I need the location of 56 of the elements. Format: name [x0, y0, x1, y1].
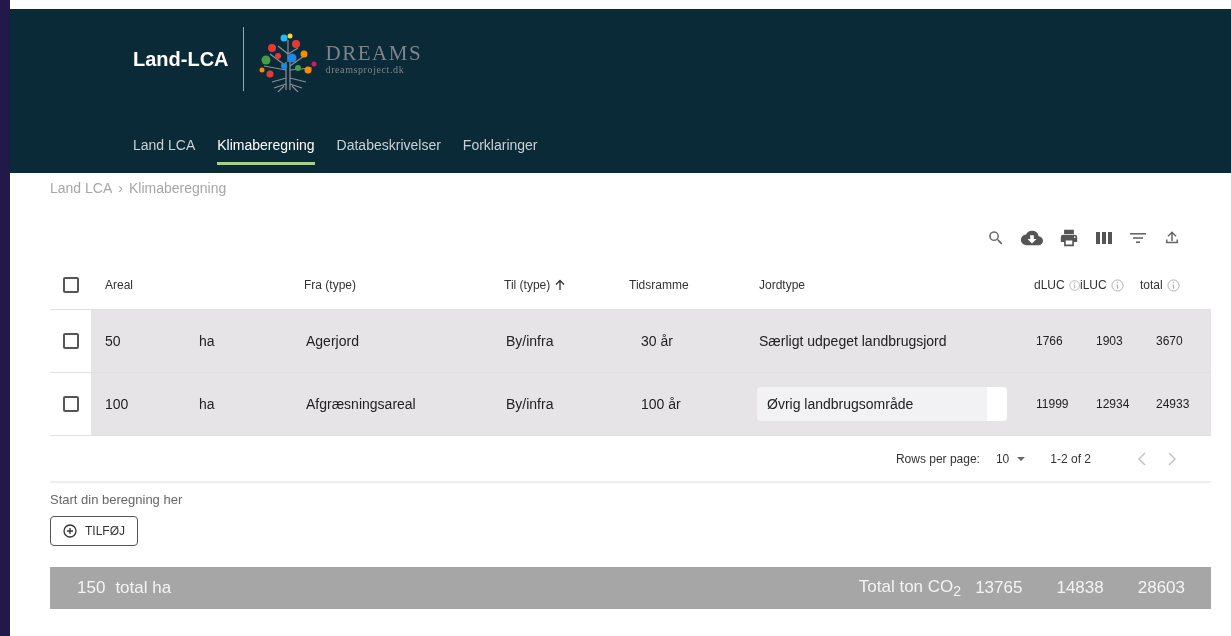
table-cell: 100: [105, 396, 129, 412]
column-header[interactable]: Til (type): [504, 278, 551, 292]
start-hint: Start din beregning her: [50, 492, 184, 507]
page-range: 1-2 of 2: [1050, 451, 1091, 466]
total-area: 150: [77, 578, 106, 598]
search-icon[interactable]: [987, 229, 1005, 247]
table-cell: 50: [105, 333, 121, 349]
caret-icon: [1016, 455, 1027, 462]
logo-url: dreamsproject.dk: [325, 65, 406, 75]
total-area-label: total ha: [115, 578, 172, 598]
cloud-download-icon[interactable]: [1021, 229, 1043, 247]
select-all-checkbox[interactable]: [62, 277, 79, 293]
table-cell: 1766: [1036, 334, 1063, 348]
sort-arrow-icon[interactable]: [554, 279, 567, 291]
table-cell-text: 100 år: [640, 396, 681, 412]
table-cell: 1903: [1096, 334, 1123, 348]
column-header[interactable]: Fra (type): [304, 278, 356, 292]
row-checkbox[interactable]: [62, 333, 79, 349]
rows-per-page-select[interactable]: 10: [989, 450, 1033, 467]
add-button[interactable]: TILFØJ: [50, 516, 138, 546]
column-header[interactable]: Areal: [105, 278, 133, 292]
breadcrumb-separator: ›: [118, 180, 123, 196]
table-cell-text: By/infra: [505, 396, 554, 412]
row-checkbox[interactable]: [62, 396, 79, 412]
table-cell: 12934: [1096, 397, 1130, 411]
total-value: 28603: [1137, 578, 1185, 598]
rows-per-page-label: Rows per page:: [895, 451, 980, 466]
nav-tab[interactable]: Land LCA: [133, 129, 196, 165]
table-cell: 3670: [1156, 334, 1183, 348]
column-header[interactable]: Tidsramme: [629, 278, 689, 292]
column-header[interactable]: iLUC: [1080, 278, 1107, 292]
total-value: 14838: [1056, 578, 1104, 598]
table-cell: 11999: [1036, 397, 1069, 411]
table-cell-text: By/infra: [505, 333, 554, 349]
column-header[interactable]: total: [1140, 278, 1163, 292]
column-header[interactable]: dLUC: [1034, 278, 1065, 292]
filter-icon[interactable]: [1129, 231, 1147, 245]
co2-label: Total ton CO$_{2}$: [858, 576, 962, 600]
columns-icon[interactable]: [1095, 230, 1113, 246]
app-title: Land-LCA: [133, 47, 229, 71]
table-cell: ha: [199, 333, 215, 349]
total-value: 13765: [975, 578, 1023, 598]
print-icon[interactable]: [1059, 229, 1079, 247]
table-cell: Særligt udpeget landbrugsjord: [759, 333, 947, 349]
add-circle-icon: [63, 524, 77, 538]
soil-type-field[interactable]: Øvrig landbrugsområde: [757, 387, 1007, 421]
table-cell: 24933: [1156, 397, 1190, 411]
nav-tab[interactable]: Forklaringer: [462, 129, 538, 165]
logo-name: DREAMS: [325, 43, 423, 64]
table-cell-text: Agerjord: [305, 333, 359, 349]
table-cell-text: 30 år: [640, 333, 673, 349]
nav-tab[interactable]: Klimaberegning: [217, 129, 315, 165]
table-cell-text: Afgræsningsareal: [305, 396, 416, 412]
table-cell: ha: [199, 396, 215, 412]
column-header[interactable]: Jordtype: [759, 278, 806, 292]
nav-tab[interactable]: Databeskrivelser: [336, 129, 441, 165]
